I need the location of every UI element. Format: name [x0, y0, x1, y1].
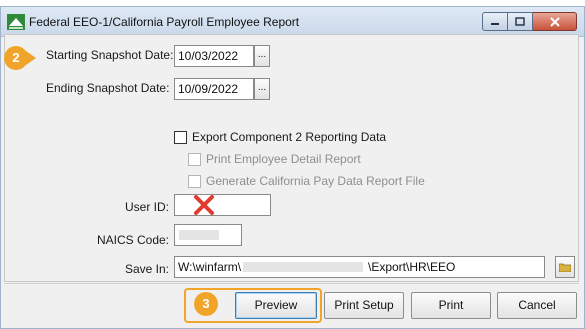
redacted-x-icon — [194, 195, 214, 215]
generate-ca-label: Generate California Pay Data Report File — [206, 174, 425, 188]
step2-badge: 2 — [4, 46, 28, 70]
print-button[interactable]: Print — [411, 292, 491, 319]
redacted-path — [243, 262, 363, 272]
export-component2-checkbox[interactable] — [174, 131, 187, 144]
save-in-field[interactable]: W:\winfarm\ \Export\HR\EEO — [174, 256, 545, 278]
save-in-suffix: \Export\HR\EEO — [368, 260, 456, 274]
save-in-browse-button[interactable] — [555, 256, 575, 278]
end-date-field[interactable]: 10/09/2022 — [174, 78, 254, 100]
user-id-field[interactable] — [174, 194, 271, 216]
export-component2-label: Export Component 2 Reporting Data — [192, 130, 387, 144]
minimize-button[interactable] — [482, 12, 508, 31]
naics-field[interactable] — [174, 224, 242, 246]
app-icon — [7, 14, 25, 30]
naics-label: NAICS Code: — [96, 233, 169, 247]
close-icon — [549, 16, 560, 27]
start-date-label: Starting Snapshot Date: — [46, 48, 174, 62]
save-in-prefix: W:\winfarm\ — [178, 260, 242, 274]
user-id-label: User ID: — [124, 200, 169, 214]
window-controls — [482, 12, 578, 31]
print-detail-checkbox[interactable] — [188, 153, 201, 166]
title-bar: Federal EEO-1/California Payroll Employe… — [1, 7, 584, 37]
window-title: Federal EEO-1/California Payroll Employe… — [29, 15, 300, 29]
button-bar-separator — [4, 283, 579, 284]
save-in-label: Save In: — [124, 262, 169, 276]
maximize-button[interactable] — [508, 12, 533, 31]
minimize-icon — [491, 22, 499, 25]
start-date-browse-button[interactable]: ... — [254, 45, 270, 67]
folder-icon — [558, 263, 572, 273]
start-date-field[interactable]: 10/03/2022 — [174, 45, 254, 67]
step3-badge: 3 — [194, 292, 218, 316]
maximize-icon — [515, 17, 525, 26]
generate-ca-checkbox[interactable] — [188, 175, 201, 188]
end-date-browse-button[interactable]: ... — [254, 78, 270, 100]
close-button[interactable] — [533, 12, 577, 31]
end-date-label: Ending Snapshot Date: — [46, 81, 170, 95]
print-setup-button[interactable]: Print Setup — [324, 292, 404, 319]
print-detail-label: Print Employee Detail Report — [206, 152, 361, 166]
redacted-value — [179, 230, 219, 240]
cancel-button[interactable]: Cancel — [497, 292, 577, 319]
